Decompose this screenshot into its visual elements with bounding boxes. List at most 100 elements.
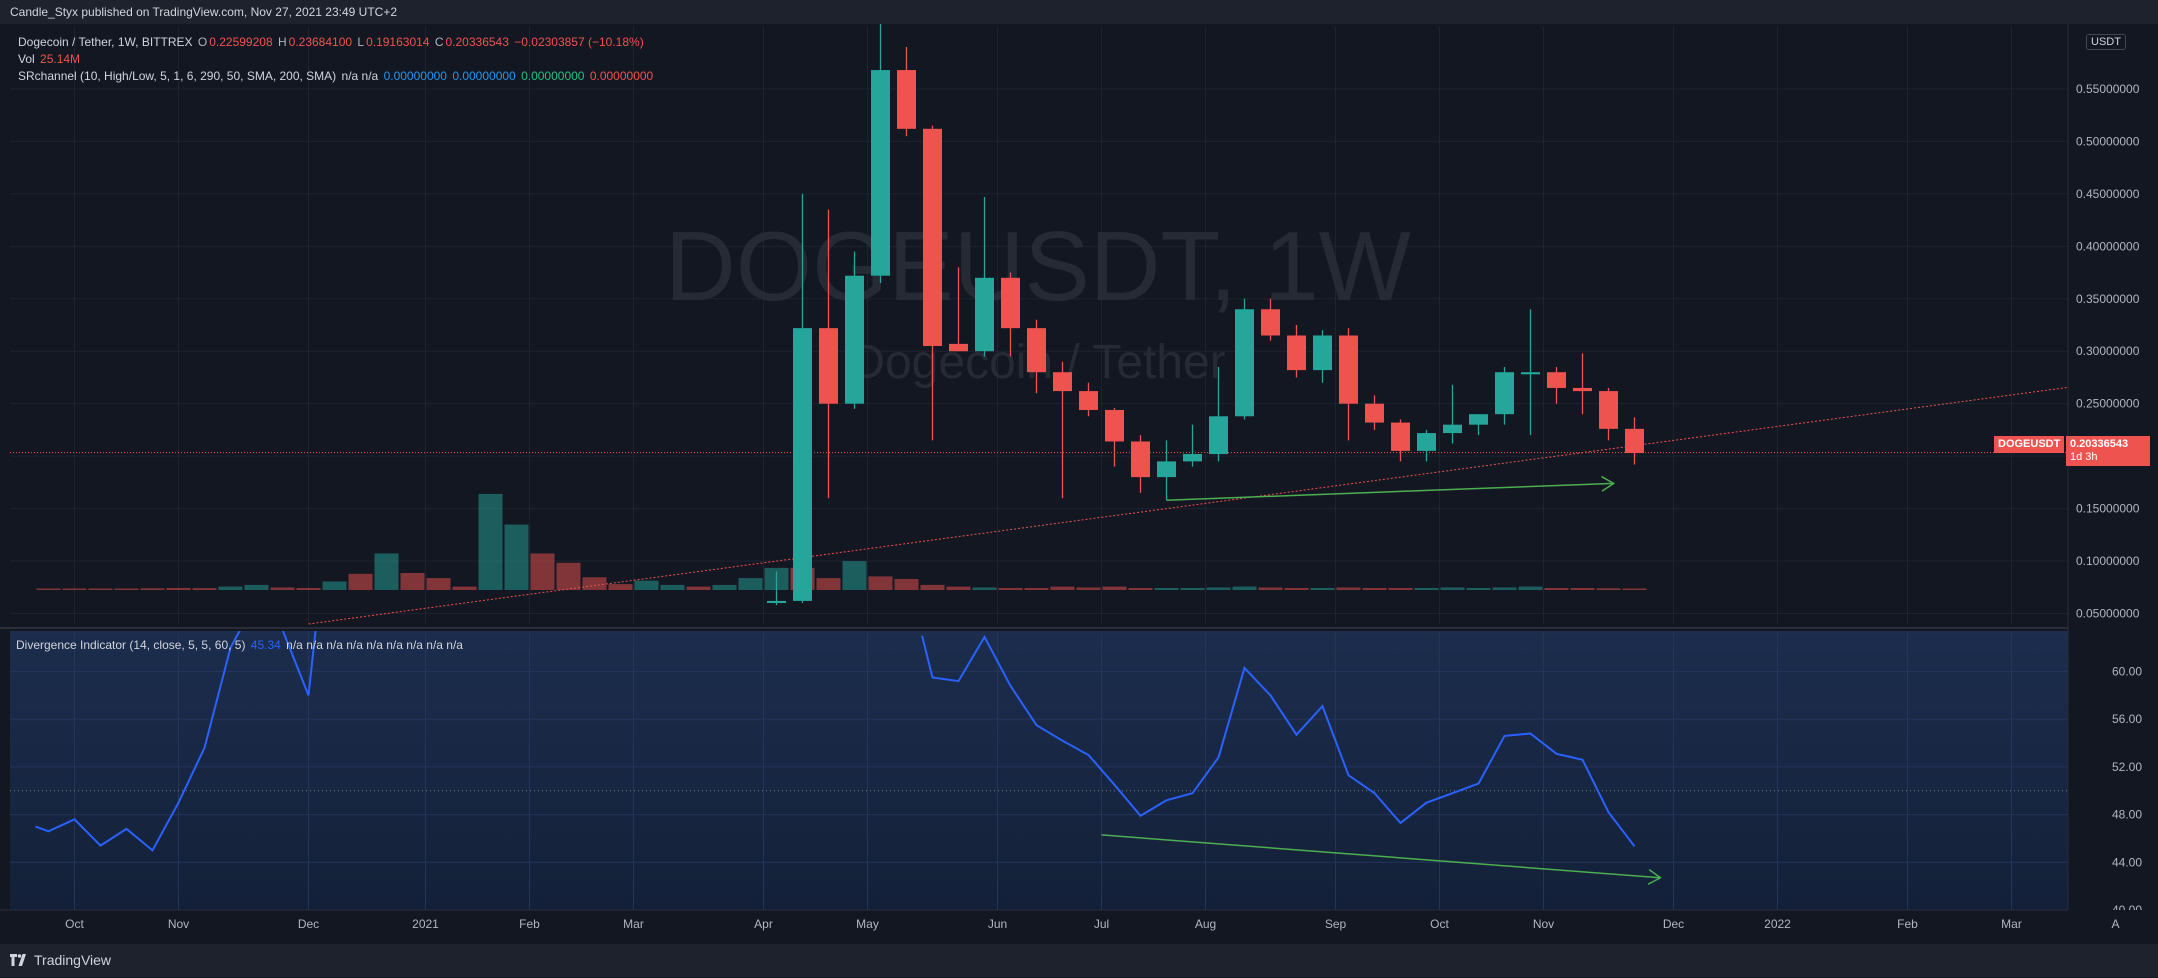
price-tag-countdown: 1d 3h xyxy=(2070,451,2098,463)
open-label: O xyxy=(197,35,208,49)
candle-body xyxy=(1391,422,1410,451)
candle-body xyxy=(1079,391,1098,410)
tradingview-brand: TradingView xyxy=(34,952,112,968)
price-tag-value: 0.20336543 xyxy=(2070,438,2129,450)
high-label: H xyxy=(277,35,287,49)
symbol-title[interactable]: Dogecoin / Tether, 1W, BITTREX xyxy=(18,35,193,49)
candle-body xyxy=(1573,387,1592,392)
volume-bar xyxy=(1440,587,1465,590)
price-tag-symbol: DOGEUSDT xyxy=(1994,436,2064,453)
change-value: −0.02303857 (−10.18%) xyxy=(514,35,644,49)
time-axis-tick-label: Apr xyxy=(754,917,773,931)
symbol-legend[interactable]: Dogecoin / Tether, 1W, BITTREX O 0.225992… xyxy=(18,35,646,49)
volume-bar xyxy=(634,580,659,590)
volume-bar xyxy=(1258,587,1283,590)
volume-bar xyxy=(738,578,763,590)
volume-bar xyxy=(686,586,711,590)
time-axis-tick-label: Aug xyxy=(1195,917,1216,931)
indicator-axis-tick-label: 52.00 xyxy=(2112,760,2142,774)
price-axis-tick-label: 0.50000000 xyxy=(2076,134,2140,148)
indicator-axis-tick-label: 56.00 xyxy=(2112,712,2142,726)
price-tag: 0.20336543 1d 3h xyxy=(2066,436,2150,466)
volume-bar xyxy=(972,587,997,590)
volume-bar xyxy=(400,573,425,590)
volume-bar xyxy=(218,586,243,590)
volume-bar xyxy=(88,588,113,590)
time-axis-tick-label: Feb xyxy=(519,917,540,931)
publish-header: Candle_Styx published on TradingView.com… xyxy=(0,0,2158,24)
low-value: 0.19163014 xyxy=(366,35,430,49)
indicator-axis-tick-label: 60.00 xyxy=(2112,665,2142,679)
candle-body xyxy=(819,328,838,404)
volume-bar xyxy=(322,581,347,590)
time-axis-tick-label: Nov xyxy=(168,917,189,931)
candle-body xyxy=(1547,372,1566,388)
candle-body xyxy=(793,328,812,601)
volume-bar xyxy=(1336,587,1361,590)
candle-body xyxy=(949,343,968,352)
candle-body xyxy=(1053,372,1072,392)
volume-bar xyxy=(868,576,893,590)
volume-legend[interactable]: Vol 25.14M xyxy=(18,52,82,66)
volume-bar xyxy=(946,586,971,590)
volume-bar xyxy=(296,587,321,590)
volume-bar xyxy=(556,562,581,590)
candle-body xyxy=(1131,441,1150,478)
srchannel-value-2: 0.00000000 xyxy=(452,69,516,83)
indicator-value: 45.34 xyxy=(250,638,281,652)
srchannel-legend[interactable]: SRchannel (10, High/Low, 5, 1, 6, 290, 5… xyxy=(18,69,655,83)
srchannel-value-4: 0.00000000 xyxy=(589,69,654,83)
open-value: 0.22599208 xyxy=(209,35,273,49)
candle-body xyxy=(1001,277,1020,329)
price-axis-tick-label: 0.30000000 xyxy=(2076,344,2140,358)
volume-bar xyxy=(244,584,269,590)
volume-bar xyxy=(270,587,295,590)
chart-canvas[interactable]: DOGEUSDT, 1W Dogecoin / Tether 0.0500000… xyxy=(0,0,2158,977)
candle-body xyxy=(871,70,890,276)
volume-bar xyxy=(608,584,633,590)
candle-body xyxy=(1599,391,1618,429)
volume-bar xyxy=(894,578,919,590)
volume-bar xyxy=(1310,587,1335,590)
volume-bar xyxy=(660,584,685,590)
candle-body xyxy=(1287,335,1306,371)
srchannel-label[interactable]: SRchannel (10, High/Low, 5, 1, 6, 290, 5… xyxy=(18,69,336,83)
candle-body xyxy=(1183,454,1202,462)
price-axis-background xyxy=(2068,24,2158,910)
srchannel-value-3: 0.00000000 xyxy=(521,69,585,83)
volume-bar xyxy=(504,524,529,590)
volume-bar xyxy=(1388,587,1413,590)
indicator-axis-tick-label: 44.00 xyxy=(2112,855,2142,869)
volume-bar xyxy=(1076,587,1101,590)
currency-badge[interactable]: USDT xyxy=(2086,34,2126,50)
volume-bar xyxy=(426,578,451,590)
volume-bar xyxy=(166,587,191,590)
indicator-legend[interactable]: Divergence Indicator (14, close, 5, 5, 6… xyxy=(16,638,465,652)
volume-bar xyxy=(842,561,867,590)
candle-body xyxy=(923,128,942,346)
time-axis-tick-label: Sep xyxy=(1325,917,1347,931)
volume-bar xyxy=(1622,588,1647,590)
volume-bar xyxy=(62,588,87,590)
time-axis-tick-label: Feb xyxy=(1897,917,1918,931)
srchannel-na: n/a n/a xyxy=(341,69,379,83)
volume-bar xyxy=(1492,587,1517,590)
volume-bar xyxy=(1232,586,1257,590)
candle-body xyxy=(1157,461,1176,478)
candle-body xyxy=(767,600,786,604)
volume-label[interactable]: Vol xyxy=(18,52,35,66)
volume-bar xyxy=(374,553,399,590)
indicator-axis-tick-label: 48.00 xyxy=(2112,808,2142,822)
indicator-label[interactable]: Divergence Indicator (14, close, 5, 5, 6… xyxy=(16,638,245,652)
candle-body xyxy=(1521,372,1540,375)
candle-body xyxy=(897,70,916,129)
price-axis-tick-label: 0.05000000 xyxy=(2076,607,2140,621)
volume-bar xyxy=(140,588,165,590)
volume-bar xyxy=(478,493,503,590)
time-axis-tick-label: Dec xyxy=(298,917,319,931)
time-axis-tick-label: 2021 xyxy=(412,917,439,931)
time-axis-tick-label: 2022 xyxy=(1764,917,1791,931)
candle-body xyxy=(1469,414,1488,425)
price-axis-tick-label: 0.10000000 xyxy=(2076,554,2140,568)
volume-bar xyxy=(998,587,1023,590)
